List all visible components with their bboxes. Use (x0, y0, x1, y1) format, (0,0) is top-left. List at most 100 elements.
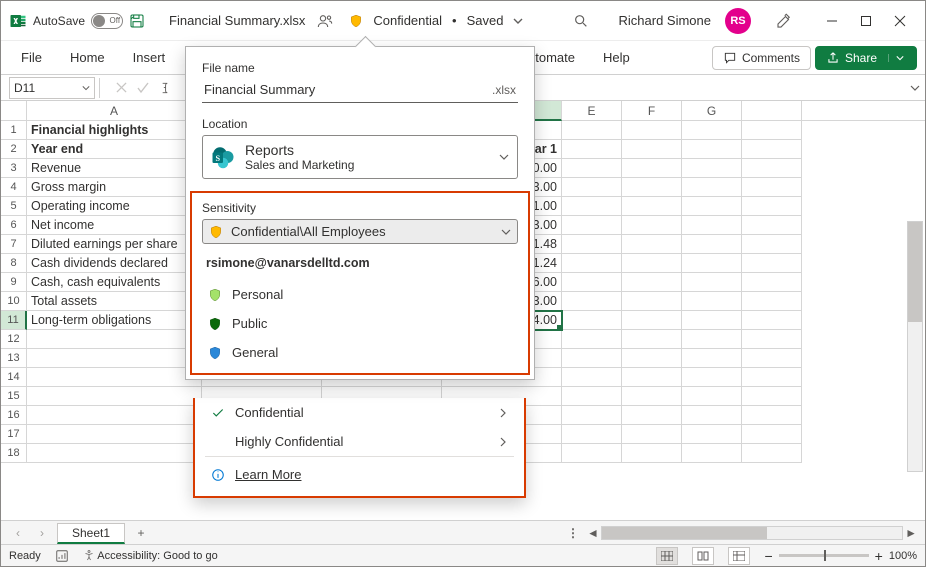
row-header[interactable]: 18 (1, 444, 27, 463)
cell[interactable] (742, 159, 802, 178)
row-header[interactable]: 15 (1, 387, 27, 406)
view-page-layout-button[interactable] (692, 547, 714, 565)
cell[interactable] (562, 425, 622, 444)
row-header[interactable]: 8 (1, 254, 27, 273)
cell[interactable] (562, 444, 622, 463)
view-normal-button[interactable] (656, 547, 678, 565)
zoom-slider[interactable] (779, 554, 869, 557)
cell[interactable] (742, 444, 802, 463)
row-header[interactable]: 14 (1, 368, 27, 387)
cell[interactable] (742, 235, 802, 254)
cell[interactable] (682, 444, 742, 463)
cell[interactable] (682, 311, 742, 330)
account-name[interactable]: Richard Simone (619, 13, 712, 28)
cell[interactable] (682, 178, 742, 197)
window-maximize-button[interactable] (849, 7, 883, 35)
cell[interactable]: Total assets (27, 292, 202, 311)
column-header[interactable]: E (562, 101, 622, 120)
cell[interactable] (562, 273, 622, 292)
cell[interactable] (742, 216, 802, 235)
tab-insert[interactable]: Insert (121, 44, 178, 71)
row-header[interactable]: 16 (1, 406, 27, 425)
cell[interactable] (27, 349, 202, 368)
cell[interactable] (742, 349, 802, 368)
cell[interactable] (27, 406, 202, 425)
insert-function-button[interactable] (154, 81, 176, 95)
cell[interactable] (27, 387, 202, 406)
cell[interactable] (622, 254, 682, 273)
cell[interactable] (622, 121, 682, 140)
row-header[interactable]: 3 (1, 159, 27, 178)
save-state-label[interactable]: Saved (467, 13, 504, 28)
row-header[interactable]: 11 (1, 311, 27, 330)
cell[interactable] (742, 121, 802, 140)
sensitivity-learn-more[interactable]: Learn More (205, 456, 514, 488)
cell[interactable]: Gross margin (27, 178, 202, 197)
cell[interactable] (682, 254, 742, 273)
cell[interactable] (562, 349, 622, 368)
window-close-button[interactable] (883, 7, 917, 35)
cell[interactable] (622, 444, 682, 463)
cell[interactable] (682, 140, 742, 159)
cell[interactable] (622, 159, 682, 178)
cell[interactable] (27, 368, 202, 387)
chevron-down-icon[interactable] (82, 84, 90, 92)
cell[interactable] (742, 330, 802, 349)
row-header[interactable]: 7 (1, 235, 27, 254)
search-icon[interactable] (573, 13, 589, 29)
window-minimize-button[interactable] (815, 7, 849, 35)
document-title[interactable]: Financial Summary.xlsx (169, 13, 305, 28)
sensitivity-select[interactable]: Confidential\All Employees (202, 219, 518, 244)
cell[interactable] (682, 425, 742, 444)
cell[interactable] (622, 330, 682, 349)
cell[interactable] (742, 406, 802, 425)
cell[interactable] (562, 235, 622, 254)
column-header[interactable]: A (27, 101, 202, 120)
cell[interactable] (742, 387, 802, 406)
cell[interactable]: Cash, cash equivalents (27, 273, 202, 292)
cell[interactable] (562, 178, 622, 197)
tab-help[interactable]: Help (591, 44, 642, 71)
cell[interactable] (622, 425, 682, 444)
cell[interactable] (562, 197, 622, 216)
select-all-corner[interactable] (1, 101, 27, 120)
cell[interactable] (742, 178, 802, 197)
cell[interactable] (682, 159, 742, 178)
autosave-toggle[interactable]: Off (91, 13, 123, 29)
cell[interactable] (742, 368, 802, 387)
cell[interactable] (742, 292, 802, 311)
cell[interactable] (27, 444, 202, 463)
cell[interactable] (682, 387, 742, 406)
cell[interactable] (622, 349, 682, 368)
share-dropdown-button[interactable] (888, 54, 906, 62)
cell[interactable] (562, 387, 622, 406)
cell[interactable] (622, 368, 682, 387)
row-header[interactable]: 2 (1, 140, 27, 159)
sensitivity-option-highly-confidential[interactable]: Highly Confidential (205, 427, 514, 456)
cell[interactable]: Long-term obligations (27, 311, 202, 330)
cell[interactable] (562, 406, 622, 425)
cell[interactable] (622, 406, 682, 425)
sheet-nav-prev[interactable]: ‹ (9, 526, 27, 540)
zoom-in-button[interactable]: + (875, 548, 883, 564)
cell[interactable] (562, 254, 622, 273)
cell[interactable] (742, 140, 802, 159)
cell[interactable] (682, 292, 742, 311)
sensitivity-option-public[interactable]: Public (202, 309, 518, 338)
cell[interactable] (682, 197, 742, 216)
save-icon[interactable] (129, 13, 145, 29)
cell[interactable] (622, 311, 682, 330)
cell[interactable]: Year end (27, 140, 202, 159)
cell[interactable] (562, 311, 622, 330)
row-header[interactable]: 12 (1, 330, 27, 349)
cell[interactable]: Financial highlights (27, 121, 202, 140)
comments-button[interactable]: Comments (712, 46, 811, 70)
cell[interactable] (682, 349, 742, 368)
column-header[interactable]: F (622, 101, 682, 120)
cell[interactable] (622, 273, 682, 292)
formula-bar-expand-button[interactable] (905, 83, 925, 93)
cell[interactable] (27, 425, 202, 444)
cell[interactable] (682, 121, 742, 140)
name-box[interactable]: D11 (9, 77, 95, 99)
share-button[interactable]: Share (815, 46, 917, 70)
